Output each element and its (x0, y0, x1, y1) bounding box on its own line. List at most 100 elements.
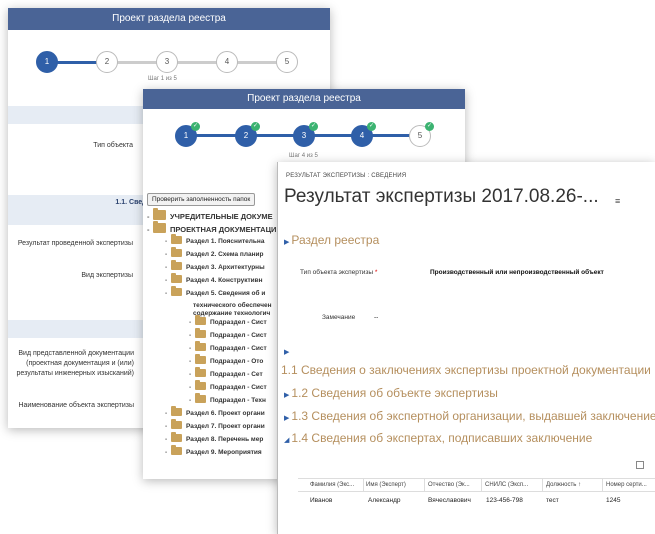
expand-triangle-icon: ▶ (284, 392, 290, 399)
tree-item-label: Подраздел - Сет (210, 371, 263, 378)
check-folders-button[interactable]: Проверить заполненность папок (147, 193, 256, 206)
object-name-label: Наименование объекта экспертизы (18, 402, 134, 409)
expand-triangle-icon[interactable]: ▶ (284, 348, 289, 356)
object-type-label: Тип объекта (93, 142, 133, 149)
tree-item[interactable]: - Подраздел - Сет (189, 367, 263, 379)
folder-icon (153, 208, 166, 220)
cell-position[interactable]: тест (546, 497, 559, 504)
expertise-kind-label: Вид экспертизы (81, 272, 133, 279)
section-1-1-toggle[interactable]: 1.1 Сведения о заключениях экспертизы пр… (281, 363, 651, 377)
tree-item[interactable]: - Подраздел - Ото (189, 354, 264, 366)
tree-item-label: содержание технологич (193, 310, 271, 317)
folder-icon (171, 247, 182, 257)
step-1[interactable]: 1 (36, 51, 58, 73)
tree-item[interactable]: - Раздел 7. Проект органи (165, 419, 265, 431)
folder-icon (195, 341, 206, 351)
tree-item-label: ПРОЕКТНАЯ ДОКУМЕНТАЦИ (170, 225, 277, 234)
remark-label: Замечание (322, 314, 356, 321)
cell-snils[interactable]: 123-456-798 (486, 497, 523, 504)
folder-icon (195, 367, 206, 377)
tree-item[interactable]: - Раздел 2. Схема планир (165, 247, 263, 259)
column-header[interactable]: Имя (Эксперт) (366, 482, 406, 488)
folder-icon (171, 286, 182, 296)
step-number: 5 (417, 131, 423, 140)
step-4[interactable]: 4 (216, 51, 238, 73)
step-3[interactable]: 3 (156, 51, 178, 73)
folder-icon (171, 260, 182, 270)
result-label: Результат проведенной экспертизы (17, 240, 133, 247)
tree-item[interactable]: - Подраздел - Сист (189, 380, 267, 392)
tree-item-label: Раздел 7. Проект органи (186, 423, 265, 430)
tree-item[interactable]: - Подраздел - Сист (189, 315, 267, 327)
column-header[interactable]: Должность ↑ (546, 482, 581, 488)
tree-item[interactable]: - Раздел 5. Сведения об и (165, 286, 265, 298)
section-label: 1.2 Сведения об объекте экспертизы (291, 386, 498, 400)
section-1-2-toggle[interactable]: ▶ 1.2 Сведения об объекте экспертизы (284, 386, 498, 400)
folder-icon (195, 354, 206, 364)
object-type-label: Тип объекта экспертизы * (300, 269, 377, 276)
expertise-result-window: РЕЗУЛЬТАТ ЭКСПЕРТИЗЫ : СВЕДЕНИЯ Результа… (277, 162, 655, 534)
folder-icon (195, 315, 206, 325)
folder-icon (171, 445, 182, 455)
tree-item-label: Подраздел - Сист (210, 345, 267, 352)
tree-item[interactable]: - ПРОЕКТНАЯ ДОКУМЕНТАЦИ (147, 221, 277, 234)
step-5[interactable]: 5 ✓ (409, 122, 434, 147)
tree-item-label: технического обеспечен (193, 302, 272, 309)
section-registry-toggle[interactable]: ▶ Раздел реестра (284, 233, 379, 247)
required-marker: * (374, 269, 378, 276)
cell-patronymic[interactable]: Вячеславович (428, 497, 471, 504)
tree-item[interactable]: - Раздел 3. Архитектурны (165, 260, 265, 272)
step-2[interactable]: 2 (96, 51, 118, 73)
tree-item[interactable]: - Раздел 8. Перечень мер (165, 432, 263, 444)
step-1[interactable]: 1 ✓ (175, 122, 200, 147)
cell-first-name[interactable]: Александр (368, 497, 401, 504)
tree-item-label: Подраздел - Сист (210, 384, 267, 391)
remark-value[interactable]: -- (374, 314, 378, 321)
step-4[interactable]: 4 ✓ (351, 122, 376, 147)
tree-item[interactable]: - Раздел 4. Конструктивн (165, 273, 263, 285)
column-divider (424, 478, 425, 492)
tree-item[interactable]: - Раздел 6. Проект органи (165, 406, 265, 418)
check-icon: ✓ (425, 122, 434, 131)
tree-item-label: Раздел 1. Пояснительна (186, 238, 265, 245)
folder-icon (171, 419, 182, 429)
documentation-type-label: Вид представленной документации (проектн… (8, 349, 134, 379)
step-number: 2 (243, 131, 249, 140)
step-3[interactable]: 3 ✓ (293, 122, 318, 147)
cell-certificate[interactable]: 1245 (606, 497, 620, 504)
tree-item[interactable]: - УЧРЕДИТЕЛЬНЫЕ ДОКУМЕ (147, 208, 273, 221)
collapse-triangle-icon: ◢ (284, 437, 290, 444)
section-1-3-toggle[interactable]: ▶ 1.3 Сведения об экспертной организации,… (284, 409, 655, 423)
section-1-4-toggle[interactable]: ◢ 1.4 Сведения об экспертах, подписавших … (284, 431, 592, 445)
expand-triangle-icon: ▶ (284, 239, 290, 246)
tree-item-label: Подраздел - Сист (210, 319, 267, 326)
check-icon: ✓ (309, 122, 318, 131)
column-divider (602, 478, 603, 492)
tree-item-label: Раздел 9. Мероприятия (186, 449, 262, 456)
check-icon: ✓ (251, 122, 260, 131)
tree-item[interactable]: - Раздел 9. Мероприятия (165, 445, 262, 457)
object-type-value[interactable]: Производственный или непроизводственный … (430, 269, 604, 276)
tree-item[interactable]: - Подраздел - Сист (189, 328, 267, 340)
section-label: 1.4 Сведения об экспертах, подписавших з… (291, 431, 593, 445)
step-2[interactable]: 2 ✓ (235, 122, 260, 147)
step-counter: Шаг 4 из 5 (289, 153, 318, 159)
column-header[interactable]: Фамилия (Экс... (310, 482, 354, 488)
tree-item[interactable]: - Раздел 1. Пояснительна (165, 234, 265, 246)
window-title: Проект раздела реестра (8, 8, 330, 30)
tree-item[interactable]: - Подраздел - Техн (189, 393, 266, 405)
tree-item-label: Подраздел - Ото (210, 358, 264, 365)
step-5[interactable]: 5 (276, 51, 298, 73)
tree-item-label: Раздел 4. Конструктивн (186, 277, 263, 284)
column-header[interactable]: СНИЛС (Эксп... (485, 482, 528, 488)
tree-item-label: Раздел 3. Архитектурны (186, 264, 265, 271)
breadcrumb[interactable]: РЕЗУЛЬТАТ ЭКСПЕРТИЗЫ : СВЕДЕНИЯ (286, 173, 406, 179)
tree-item[interactable]: - Подраздел - Сист (189, 341, 267, 353)
cell-last-name[interactable]: Иванов (310, 497, 332, 504)
column-header[interactable]: Номер серти... (606, 482, 647, 488)
step-number: 1 (183, 131, 189, 140)
column-header[interactable]: Отчество (Эк... (428, 482, 470, 488)
select-all-checkbox[interactable] (636, 461, 644, 469)
menu-icon[interactable]: ≡ (615, 196, 620, 206)
folder-icon (195, 328, 206, 338)
